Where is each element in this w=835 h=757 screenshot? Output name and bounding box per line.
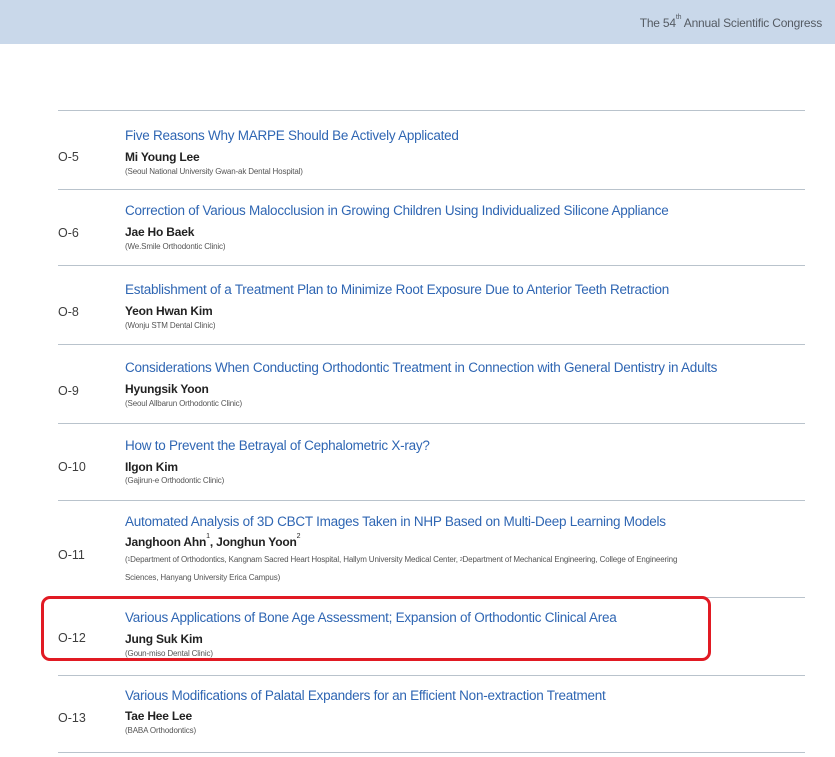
author-name: Jae Ho Baek xyxy=(125,225,195,239)
affiliation: (1Department of Orthodontics, Kangnam Sa… xyxy=(125,552,677,568)
affiliation-part: Department of Mechanical Engineering, Co… xyxy=(462,555,678,564)
author-superscript: 2 xyxy=(296,533,301,540)
author-superscript: 1 xyxy=(206,533,210,540)
session-code: O-12 xyxy=(58,631,86,645)
affiliation: (Seoul National University Gwan-ak Denta… xyxy=(125,167,303,176)
session-code: O-9 xyxy=(58,384,79,398)
affiliation: (Goun-miso Dental Clinic) xyxy=(125,649,213,658)
presentation-title-link[interactable]: Establishment of a Treatment Plan to Min… xyxy=(125,282,669,297)
session-code: O-6 xyxy=(58,226,79,240)
congress-title: The 54th Annual Scientific Congress xyxy=(639,14,823,30)
author-name: Mi Young Lee xyxy=(125,150,200,164)
presentation-title-link[interactable]: Various Applications of Bone Age Assessm… xyxy=(125,610,617,625)
author-names: Janghoon Ahn1, Jonghun Yoon2 xyxy=(125,533,301,549)
session-code: O-8 xyxy=(58,305,79,319)
author-name: Tae Hee Lee xyxy=(125,709,192,723)
presentation-title-link[interactable]: Automated Analysis of 3D CBCT Images Tak… xyxy=(125,514,666,529)
affiliation-line-2: Sciences, Hanyang University Erica Campu… xyxy=(125,573,281,582)
author-name: Janghoon Ahn xyxy=(125,535,207,549)
session-code: O-10 xyxy=(58,460,86,474)
divider xyxy=(58,110,805,111)
congress-title-prefix: The 54 xyxy=(639,16,676,30)
divider xyxy=(58,500,805,501)
affiliation-part: Department of Orthodontics, Kangnam Sacr… xyxy=(130,555,460,564)
affiliation: (We.Smile Orthodontic Clinic) xyxy=(125,242,226,251)
presentation-title-link[interactable]: Five Reasons Why MARPE Should Be Activel… xyxy=(125,128,459,143)
congress-title-sup: th xyxy=(675,14,682,21)
author-name: Jonghun Yoon xyxy=(216,535,297,549)
divider xyxy=(58,752,805,753)
presentation-title-link[interactable]: Considerations When Conducting Orthodont… xyxy=(125,360,717,375)
author-name: Ilgon Kim xyxy=(125,460,178,474)
divider xyxy=(58,265,805,266)
session-code: O-11 xyxy=(58,548,85,562)
session-code: O-5 xyxy=(58,150,79,164)
affiliation: (BABA Orthodontics) xyxy=(125,726,196,735)
author-name: Yeon Hwan Kim xyxy=(125,304,213,318)
divider xyxy=(58,423,805,424)
presentation-title-link[interactable]: How to Prevent the Betrayal of Cephalome… xyxy=(125,438,430,453)
author-name: Hyungsik Yoon xyxy=(125,382,209,396)
header-bar: The 54th Annual Scientific Congress xyxy=(0,0,835,44)
congress-title-suffix: Annual Scientific Congress xyxy=(681,16,822,30)
affiliation: (Seoul Allbarun Orthodontic Clinic) xyxy=(125,399,243,408)
affiliation: (Wonju STM Dental Clinic) xyxy=(125,321,216,330)
divider xyxy=(58,344,805,345)
divider xyxy=(58,675,805,676)
author-name: Jung Suk Kim xyxy=(125,632,203,646)
affiliation: (Gajirun-e Orthodontic Clinic) xyxy=(125,476,225,485)
presentation-title-link[interactable]: Correction of Various Malocclusion in Gr… xyxy=(125,203,669,218)
session-code: O-13 xyxy=(58,711,86,725)
divider xyxy=(58,597,805,598)
presentation-title-link[interactable]: Various Modifications of Palatal Expande… xyxy=(125,688,606,703)
divider xyxy=(58,189,805,190)
